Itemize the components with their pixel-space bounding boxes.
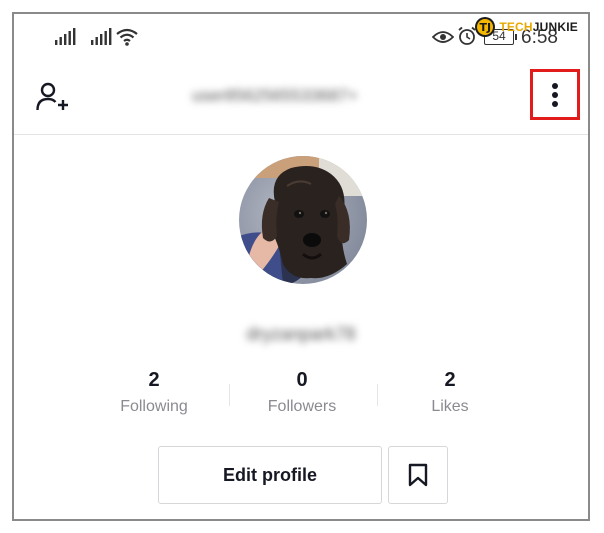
edit-profile-button[interactable]: Edit profile <box>158 446 382 504</box>
stat-followers[interactable]: 0 Followers <box>232 366 372 418</box>
techjunkie-logo-icon: TJ <box>475 17 496 37</box>
cellular-signal-icon <box>55 28 76 45</box>
profile-header: user8562565533687+ <box>14 60 588 135</box>
phone-screen: TJ TECHJUNKIE 54 6:58 user8562565533687+… <box>12 12 590 521</box>
stat-label: Likes <box>431 398 469 415</box>
favorites-button[interactable] <box>388 446 448 504</box>
watermark-text: TECHJUNKIE <box>499 20 578 34</box>
username-title: user8562565533687+ <box>192 86 358 105</box>
profile-stats: 2 Following 0 Followers 2 Likes <box>14 366 588 426</box>
more-dot-icon <box>552 83 558 89</box>
add-friend-icon[interactable] <box>36 82 70 114</box>
stat-value: 0 <box>296 369 308 391</box>
bookmark-icon <box>408 463 428 487</box>
more-options-button[interactable] <box>530 69 580 120</box>
profile-handle: dryzanpark78 <box>246 324 356 344</box>
stat-value: 2 <box>444 369 456 391</box>
cellular-signal-2-icon <box>91 28 112 45</box>
eye-comfort-icon <box>432 31 454 43</box>
stat-divider <box>229 384 230 406</box>
stat-following[interactable]: 2 Following <box>84 366 224 418</box>
stat-divider <box>377 384 378 406</box>
alarm-icon <box>458 26 476 45</box>
more-dot-icon <box>552 92 558 98</box>
more-dot-icon <box>552 101 558 107</box>
techjunkie-watermark: TJ TECHJUNKIE <box>475 17 578 37</box>
dog-photo <box>239 156 367 284</box>
profile-avatar[interactable] <box>239 156 367 284</box>
wifi-icon <box>116 28 138 46</box>
stat-label: Following <box>120 398 188 415</box>
stat-value: 2 <box>148 369 160 391</box>
stat-label: Followers <box>267 398 337 415</box>
stat-likes[interactable]: 2 Likes <box>380 366 520 418</box>
